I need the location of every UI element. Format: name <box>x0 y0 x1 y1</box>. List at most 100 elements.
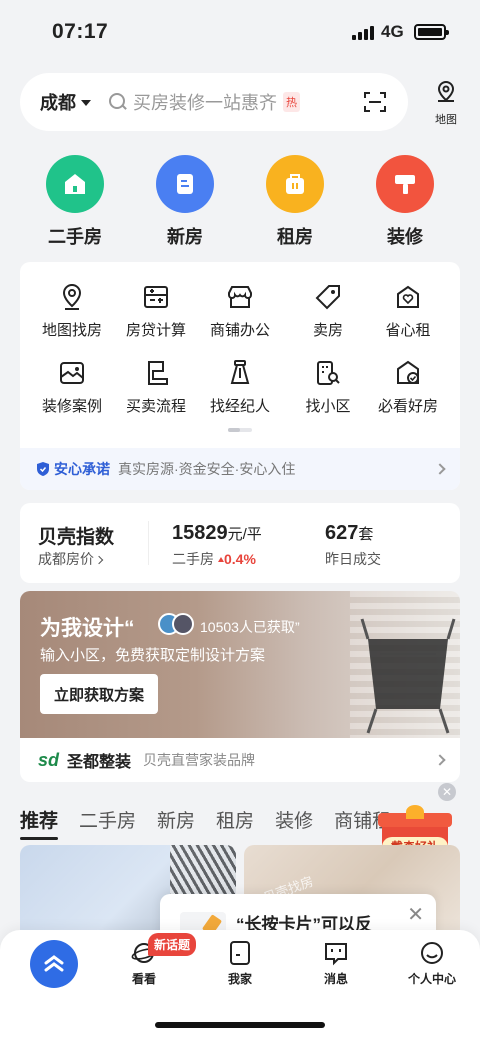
banner-title: 为我设计“ <box>40 617 135 640</box>
grid-label: 地图找房 <box>41 322 102 339</box>
search-icon <box>109 93 127 111</box>
deals-unit: 套 <box>358 526 374 543</box>
avatar-group <box>158 613 194 635</box>
flow-icon <box>148 361 168 385</box>
grid-item-find-agent[interactable]: 找经纪人 <box>196 358 284 416</box>
grid-label: 房贷计算 <box>125 322 186 339</box>
search-bar[interactable]: 成都 买房装修一站惠齐 热 <box>20 73 408 131</box>
tab-label: 我家 <box>227 972 252 986</box>
design-banner[interactable]: 为我设计“ 10503人已获取” 输入小区，免费获取定制设计方案 立即获取方案 <box>20 591 460 738</box>
grid-item-easy-rent[interactable]: 省心租 <box>364 282 452 340</box>
door-icon <box>230 941 250 965</box>
deals: 627套 <box>325 522 373 545</box>
home-indicator <box>155 1022 325 1028</box>
message-icon <box>325 943 347 966</box>
index-subtitle[interactable]: 成都房价 <box>38 549 104 569</box>
chevron-right-icon <box>434 463 446 475</box>
tab-my-home[interactable]: 我家 <box>210 940 270 987</box>
get-plan-button[interactable]: 立即获取方案 <box>40 674 158 714</box>
tag-icon <box>315 285 340 310</box>
tab-label: 个人中心 <box>407 972 456 986</box>
tab-secondhand[interactable]: 二手房 <box>79 806 136 834</box>
tab-messages[interactable]: 消息 <box>306 940 366 987</box>
tab-rent[interactable]: 租房 <box>216 806 254 834</box>
brand-desc: 贝壳直营家装品牌 <box>143 752 256 768</box>
banner-subtitle: 输入小区，免费获取定制设计方案 <box>40 647 266 664</box>
signal-icon <box>352 25 376 40</box>
tab-profile[interactable]: 个人中心 <box>402 940 462 987</box>
map-label: 地图 <box>435 114 457 126</box>
home-tab[interactable] <box>30 940 78 988</box>
main-categories: 二手房 新房 租房 装修 <box>0 155 480 250</box>
category-label: 新房 <box>167 227 203 247</box>
map-pin-icon <box>437 80 455 102</box>
avg-price-value: 15829 <box>172 522 228 544</box>
status-bar: 07:17 4G <box>0 0 480 62</box>
scan-icon[interactable] <box>364 91 386 113</box>
search-input[interactable]: 买房装修一站惠齐 <box>133 89 277 115</box>
grid-label: 商铺办公 <box>209 322 270 339</box>
grid-label: 买卖流程 <box>125 398 186 415</box>
new-topic-badge: 新话题 <box>148 933 197 956</box>
tab-newhome[interactable]: 新房 <box>157 806 195 834</box>
brand-name: 圣都整装 <box>67 754 132 771</box>
promise-row[interactable]: 安心承诺 真实房源·资金安全·安心入住 <box>20 448 460 490</box>
deals-caption: 昨日成交 <box>325 551 381 567</box>
city-selector[interactable]: 成都 <box>40 89 76 115</box>
grid-label: 卖房 <box>312 322 343 339</box>
category-label: 二手房 <box>48 227 102 247</box>
paint-roller-icon <box>376 155 434 213</box>
avg-price-unit: 元/平 <box>227 526 262 543</box>
community-search-icon <box>317 361 340 385</box>
close-icon[interactable]: ✕ <box>407 902 424 927</box>
status-time: 07:17 <box>52 20 109 43</box>
grid-item-shop-office[interactable]: 商铺办公 <box>196 282 284 340</box>
map-button[interactable]: 地图 <box>430 80 462 127</box>
house-check-icon <box>397 360 419 384</box>
category-secondhand[interactable]: 二手房 <box>25 155 125 249</box>
banner-count: 10503人已获取” <box>200 619 300 635</box>
banner-title-text: 为我设计 <box>40 617 124 640</box>
grid-item-must-see[interactable]: 必看好房 <box>364 358 452 416</box>
shield-icon <box>37 462 49 476</box>
grid-label: 必看好房 <box>377 398 438 415</box>
building-icon <box>156 155 214 213</box>
grid-item-find-community[interactable]: 找小区 <box>284 358 372 416</box>
grid-item-map-search[interactable]: 地图找房 <box>28 282 116 340</box>
brand-logo: sd <box>38 749 60 770</box>
page-indicator <box>228 428 252 432</box>
battery-icon <box>414 24 449 40</box>
tab-recommend[interactable]: 推荐 <box>20 806 59 840</box>
category-label: 租房 <box>277 227 313 247</box>
chevron-right-icon <box>434 754 446 766</box>
map-pin-icon <box>62 283 82 310</box>
price-change: 0.4% <box>224 551 256 567</box>
grid-item-sell[interactable]: 卖房 <box>284 282 372 340</box>
deals-value: 627 <box>325 522 359 544</box>
bag-icon <box>266 155 324 213</box>
promise-text: 真实房源·资金安全·安心入住 <box>118 461 296 477</box>
brand-row[interactable]: sd 圣都整装 贝壳直营家装品牌 <box>20 738 460 782</box>
close-icon[interactable]: ✕ <box>438 783 456 801</box>
category-newhome[interactable]: 新房 <box>135 155 235 249</box>
grid-label: 省心租 <box>385 322 431 339</box>
tab-renovation[interactable]: 装修 <box>275 806 313 834</box>
category-rent[interactable]: 租房 <box>245 155 345 249</box>
index-subtitle-text: 成都房价 <box>38 551 94 567</box>
grid-item-mortgage[interactable]: 房贷计算 <box>112 282 200 340</box>
price-caption-text: 二手房 <box>172 551 214 567</box>
avg-price-caption: 二手房 0.4% <box>172 549 256 569</box>
hot-badge: 热 <box>283 92 300 112</box>
house-icon <box>46 155 104 213</box>
network-type: 4G <box>381 22 404 41</box>
grid-item-process[interactable]: 买卖流程 <box>112 358 200 416</box>
home-logo-icon <box>44 955 64 972</box>
feed-tabs: 推荐 二手房 新房 租房 装修 商铺租 <box>20 806 412 840</box>
grid-item-decoration-cases[interactable]: 装修案例 <box>28 358 116 416</box>
storefront-icon <box>228 286 252 308</box>
gift-bow <box>406 805 424 819</box>
tab-label: 消息 <box>323 972 348 986</box>
chair-image <box>360 618 456 734</box>
category-renovation[interactable]: 装修 <box>355 155 455 249</box>
price-index-card[interactable]: 贝壳指数 成都房价 15829元/平 二手房 0.4% 627套 昨日成交 <box>20 503 460 583</box>
